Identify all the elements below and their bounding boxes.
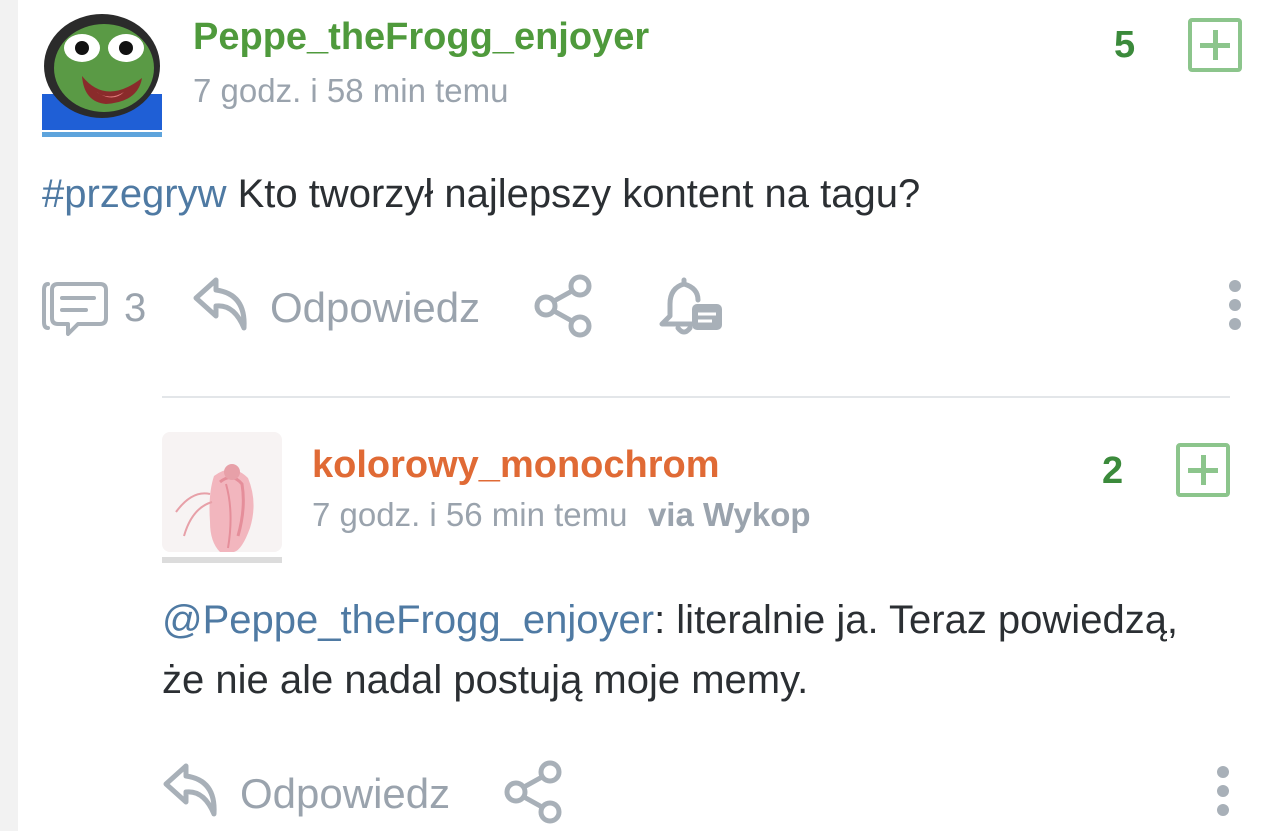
reply-plus-icon[interactable] [1176, 443, 1230, 497]
reply-via[interactable]: via Wykop [648, 496, 811, 533]
op-plus-icon[interactable] [1188, 18, 1242, 72]
reply-share-icon[interactable] [502, 760, 566, 824]
reply-avatar[interactable] [162, 432, 282, 564]
reply-reply-arrow-icon[interactable] [162, 760, 220, 818]
reply-mention-link[interactable]: @Peppe_theFrogg_enjoyer [162, 598, 654, 642]
op-timestamp: 7 godz. i 58 min temu [193, 72, 509, 109]
entry-card: Peppe_theFrogg_enjoyer 7 godz. i 58 min … [18, 0, 1284, 831]
reply-username[interactable]: kolorowy_monochrom [312, 444, 720, 487]
reply-more-dots-icon[interactable] [1217, 766, 1231, 823]
op-content: #przegryw Kto tworzył najlepszy kontent … [42, 164, 1242, 224]
op-vote-count: 5 [1114, 24, 1136, 66]
reply-meta: 7 godz. i 56 min temu via Wykop [312, 496, 811, 534]
reply-timestamp: 7 godz. i 56 min temu [312, 496, 628, 533]
op-reply-button[interactable]: Odpowiedz [270, 284, 480, 332]
op-avatar[interactable] [42, 6, 162, 137]
reply-vote-count: 2 [1102, 450, 1124, 492]
op-more-dots-icon[interactable] [1229, 280, 1243, 337]
reply-content: @Peppe_theFrogg_enjoyer: literalnie ja. … [162, 590, 1222, 710]
op-content-text: Kto tworzył najlepszy kontent na tagu? [226, 172, 921, 216]
comments-count[interactable]: 3 [124, 286, 146, 331]
op-username[interactable]: Peppe_theFrogg_enjoyer [193, 16, 649, 59]
notification-bell-icon[interactable] [658, 274, 724, 338]
op-tag-link[interactable]: #przegryw [42, 172, 227, 216]
share-icon[interactable] [532, 274, 596, 338]
comments-icon[interactable] [42, 280, 108, 336]
reply-divider [162, 396, 1230, 398]
reply-arrow-icon[interactable] [192, 274, 250, 332]
reply-reply-button[interactable]: Odpowiedz [240, 770, 450, 818]
